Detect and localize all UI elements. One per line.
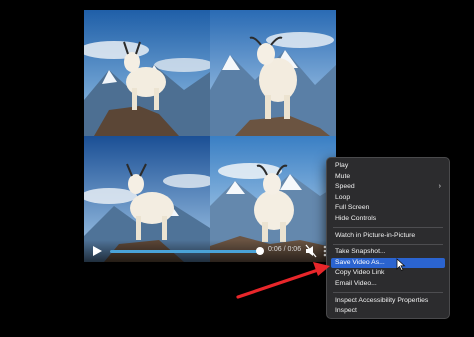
- menu-item-label: Take Snapshot...: [335, 248, 386, 256]
- menu-item-mute[interactable]: Mute: [331, 172, 445, 183]
- menu-item-full-screen[interactable]: Full Screen: [331, 203, 445, 214]
- video-frame-goat-1: [84, 10, 210, 136]
- menu-item-save-video-as[interactable]: Save Video As...: [331, 257, 445, 269]
- menu-item-inspect[interactable]: Inspect: [331, 306, 445, 317]
- menu-item-play[interactable]: Play: [331, 161, 445, 172]
- mouse-pointer-icon: [396, 258, 406, 271]
- menu-item-label: Copy Video Link: [335, 269, 385, 277]
- menu-item-copy-video-link[interactable]: Copy Video Link: [331, 268, 445, 279]
- menu-separator: [333, 243, 443, 245]
- menu-item-email-video[interactable]: Email Video...: [331, 279, 445, 290]
- menu-item-label: Speed: [335, 183, 355, 191]
- menu-item-label: Email Video...: [335, 279, 377, 287]
- context-menu: Play Mute Speed › Loop Full Screen Hide Contro…: [326, 157, 450, 319]
- speaker-mute-icon[interactable]: [305, 244, 317, 258]
- menu-item-loop[interactable]: Loop: [331, 193, 445, 204]
- progress-bar[interactable]: [110, 250, 262, 253]
- menu-item-label: Watch in Picture-in-Picture: [335, 231, 416, 239]
- menu-item-label: Hide Controls: [335, 214, 377, 222]
- menu-item-label: Full Screen: [335, 204, 370, 212]
- video-player[interactable]: 0:06 / 0:06: [84, 10, 336, 262]
- time-display: 0:06 / 0:06: [268, 246, 302, 253]
- menu-item-label: Play: [335, 162, 349, 169]
- menu-separator: [333, 227, 443, 229]
- menu-item-take-snapshot[interactable]: Take Snapshot...: [331, 247, 445, 258]
- play-icon[interactable]: [90, 244, 104, 258]
- menu-item-hide-controls[interactable]: Hide Controls: [331, 214, 445, 225]
- menu-item-label: Inspect Accessibility Properties: [335, 296, 429, 304]
- progress-scrubber[interactable]: [256, 247, 264, 255]
- video-controls-bar: 0:06 / 0:06: [84, 240, 336, 262]
- menu-item-label: Loop: [335, 193, 351, 201]
- menu-item-inspect-accessibility-properties[interactable]: Inspect Accessibility Properties: [331, 296, 445, 307]
- menu-item-label: Save Video As...: [335, 258, 385, 266]
- menu-item-label: Inspect: [335, 307, 357, 315]
- video-frame-goat-2: [210, 10, 336, 136]
- menu-item-watch-in-picture-in-picture[interactable]: Watch in Picture-in-Picture: [331, 231, 445, 242]
- menu-separator: [333, 292, 443, 294]
- menu-item-speed[interactable]: Speed ›: [331, 182, 445, 193]
- menu-item-label: Mute: [335, 172, 351, 180]
- chevron-right-icon: ›: [438, 183, 441, 191]
